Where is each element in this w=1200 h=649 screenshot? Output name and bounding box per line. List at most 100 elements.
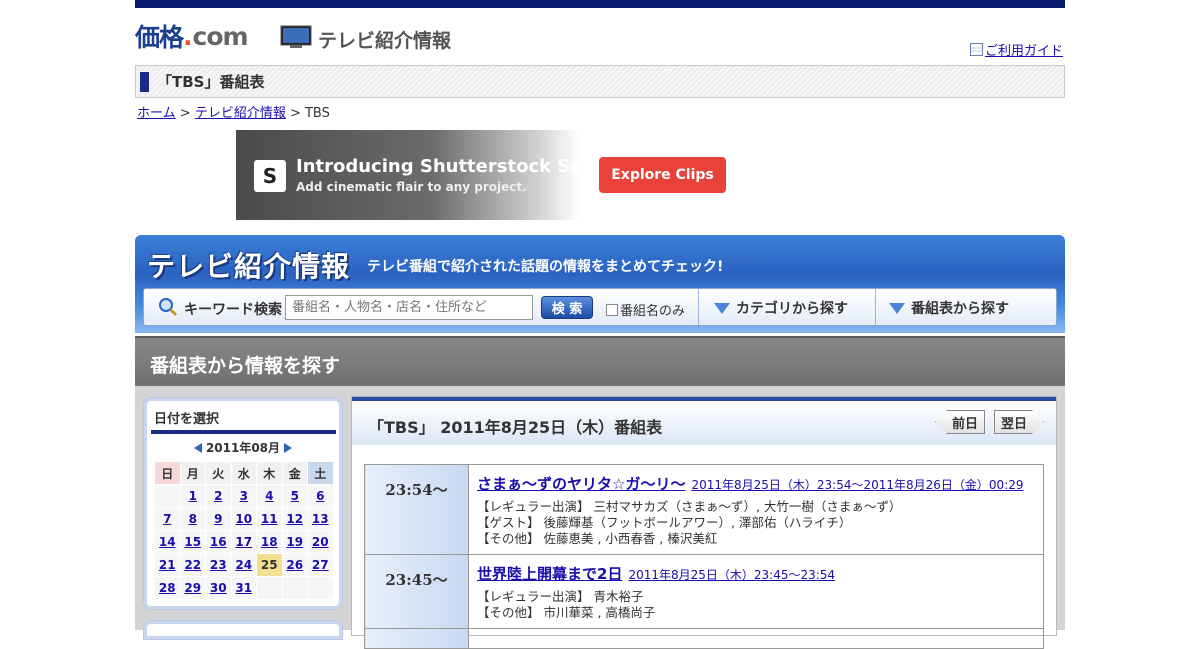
logo-com-text: com (192, 21, 249, 51)
calendar-day[interactable]: 19 (281, 530, 308, 554)
schedule-search-link[interactable]: 番組表から探す (889, 298, 1009, 318)
search-input[interactable] (285, 295, 533, 320)
calendar-day[interactable]: 1 (179, 484, 206, 508)
calendar-day[interactable]: 3 (230, 484, 257, 508)
calendar-day-link[interactable]: 5 (291, 489, 299, 503)
calendar-day[interactable]: 9 (205, 507, 232, 531)
calendar-day-link[interactable]: 6 (316, 489, 324, 503)
calendar-day-link[interactable]: 17 (235, 535, 252, 549)
next-month-icon[interactable] (284, 442, 293, 453)
next-day-button[interactable]: 翌日 (994, 410, 1044, 434)
calendar-day-link[interactable]: 24 (235, 558, 252, 572)
schedule-heading: 「TBS」 2011年8月25日（木）番組表 (368, 418, 663, 437)
calendar-day-link[interactable]: 13 (312, 512, 329, 526)
program-time (364, 628, 469, 649)
calendar-day-link[interactable]: 26 (286, 558, 303, 572)
calendar-day[interactable]: 22 (179, 553, 206, 577)
program-datetime-link[interactable]: 2011年8月25日（木）23:54～2011年8月26日（金）00:29 (691, 478, 1023, 492)
calendar-day-link[interactable]: 20 (312, 535, 329, 549)
calendar-day[interactable]: 15 (179, 530, 206, 554)
calendar-day[interactable]: 30 (205, 576, 232, 600)
calendar-day-link[interactable]: 16 (210, 535, 227, 549)
category-search-link[interactable]: カテゴリから探す (714, 298, 848, 318)
calendar-day[interactable]: 17 (230, 530, 257, 554)
schedule-search-label: 番組表から探す (911, 301, 1009, 317)
calendar-day-link[interactable]: 7 (163, 512, 171, 526)
calendar-day-link[interactable]: 14 (159, 535, 176, 549)
calendar-day-link[interactable]: 10 (235, 512, 252, 526)
calendar-day[interactable]: 20 (307, 530, 334, 554)
calendar-day[interactable]: 2 (205, 484, 232, 508)
calendar-day[interactable]: 8 (179, 507, 206, 531)
calendar-day-link[interactable]: 11 (261, 512, 278, 526)
program-datetime-link[interactable]: 2011年8月25日（木）23:45～23:54 (628, 568, 835, 582)
calendar-day[interactable]: 11 (256, 507, 283, 531)
search-button[interactable]: 検 索 (541, 296, 593, 319)
calendar-day-link[interactable]: 21 (159, 558, 176, 572)
program-cast-line: 【その他】 市川華菜 , 高橋尚子 (477, 605, 656, 620)
calendar-day[interactable]: 29 (179, 576, 206, 600)
calendar-day[interactable]: 16 (205, 530, 232, 554)
schedule-panel: 「TBS」 2011年8月25日（木）番組表 前日 翌日 23:54～ さまぁ～ず… (351, 396, 1057, 649)
calendar-empty-cell (256, 576, 283, 600)
calendar-day-link[interactable]: 28 (159, 581, 176, 595)
calendar-day-link[interactable]: 9 (214, 512, 222, 526)
logo-dot: . (183, 21, 193, 51)
section-label[interactable]: テレビ紹介情報 (318, 26, 451, 53)
calendar-day[interactable]: 14 (154, 530, 181, 554)
program-cast-line: 【ゲスト】 後藤輝基（フットボールアワー）, 澤部佑（ハライチ） (477, 515, 852, 530)
section-header: 番組表から情報を探す (135, 336, 1065, 386)
ad-banner[interactable]: S Introducing Shutterstock Select Add ci… (236, 130, 726, 220)
calendar-day-link[interactable]: 22 (184, 558, 201, 572)
prev-month-icon[interactable] (193, 442, 202, 453)
calendar-day[interactable]: 4 (256, 484, 283, 508)
checkbox-box[interactable] (606, 303, 618, 316)
calendar-day-link[interactable]: 15 (184, 535, 201, 549)
calendar-day[interactable]: 28 (154, 576, 181, 600)
breadcrumb-tv-info[interactable]: テレビ紹介情報 (195, 106, 286, 121)
program-title-link[interactable]: さまぁ～ずのヤリタ☆ガ～リ～ (477, 475, 685, 493)
calendar-day-link[interactable]: 1 (189, 489, 197, 503)
calendar-day-link[interactable]: 31 (235, 581, 252, 595)
calendar-day[interactable]: 23 (205, 553, 232, 577)
calendar-day-link[interactable]: 19 (286, 535, 303, 549)
title-marker (140, 71, 149, 92)
kakaku-logo[interactable]: 価格 . com (135, 21, 249, 53)
calendar-day[interactable]: 31 (230, 576, 257, 600)
calendar-day-link[interactable]: 2 (214, 489, 222, 503)
calendar-day-link[interactable]: 3 (240, 489, 248, 503)
program-only-checkbox[interactable]: 番組名のみ (606, 300, 685, 319)
calendar-day-link[interactable]: 29 (184, 581, 201, 595)
calendar-day-link[interactable]: 18 (261, 535, 278, 549)
calendar-day[interactable]: 27 (307, 553, 334, 577)
calendar-week: 1 2 3 4 5 6 (154, 484, 334, 508)
ad-explore-button[interactable]: Explore Clips (599, 157, 726, 193)
program-title-link[interactable]: 世界陸上開幕まで2日 (477, 565, 622, 583)
program-title-row: 世界陸上開幕まで2日 2011年8月25日（木）23:45～23:54 (477, 563, 1035, 584)
program-row: 23:45～ 世界陸上開幕まで2日 2011年8月25日（木）23:45～23:54… (364, 554, 1044, 629)
calendar-day-link[interactable]: 27 (312, 558, 329, 572)
calendar-day[interactable]: 24 (230, 553, 257, 577)
calendar-day[interactable]: 7 (154, 507, 181, 531)
calendar-day-link[interactable]: 8 (189, 512, 197, 526)
calendar-day[interactable]: 21 (154, 553, 181, 577)
calendar-day-link[interactable]: 23 (210, 558, 227, 572)
breadcrumb-home[interactable]: ホーム (137, 106, 176, 121)
program-cast-line: 【その他】 佐藤恵美 , 小西春香 , 榛沢美紅 (477, 531, 718, 546)
guide-link-text[interactable]: ご利用ガイド (985, 40, 1063, 59)
calendar-day[interactable]: 18 (256, 530, 283, 554)
calendar-day-link[interactable]: 4 (265, 489, 273, 503)
calendar-day[interactable]: 6 (307, 484, 334, 508)
prev-day-button[interactable]: 前日 (935, 410, 985, 434)
banner-title[interactable]: テレビ紹介情報 (147, 245, 350, 285)
calendar-day[interactable]: 12 (281, 507, 308, 531)
weekday-header: 土 (307, 461, 334, 485)
calendar-day-link[interactable]: 12 (286, 512, 303, 526)
calendar-day[interactable]: 5 (281, 484, 308, 508)
calendar-day[interactable]: 26 (281, 553, 308, 577)
guide-link[interactable]: ご利用ガイド (970, 40, 1063, 59)
calendar-day-link[interactable]: 30 (210, 581, 227, 595)
calendar-day[interactable]: 10 (230, 507, 257, 531)
heading-underline (151, 430, 336, 434)
calendar-day[interactable]: 13 (307, 507, 334, 531)
